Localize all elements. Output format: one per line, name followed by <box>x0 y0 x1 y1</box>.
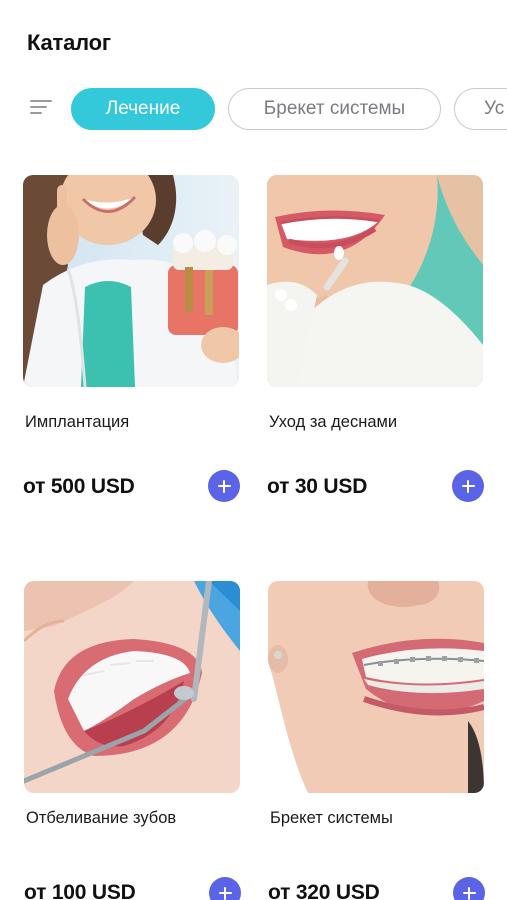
product-name: Брекет системы <box>270 809 393 827</box>
product-price: от 320 USD <box>268 881 380 900</box>
veneer-smile-photo[interactable] <box>267 175 483 387</box>
filter-lines-icon[interactable] <box>30 99 52 117</box>
product-price: от 100 USD <box>24 881 136 900</box>
product-price: от 30 USD <box>267 475 368 498</box>
page-title: Каталог <box>27 30 111 55</box>
chip-braces[interactable]: Брекет системы <box>228 88 441 130</box>
dental-implant-photo[interactable] <box>23 175 239 387</box>
plus-icon[interactable] <box>453 877 485 900</box>
category-chips: Лечение Брекет системы Ус <box>0 86 507 132</box>
braces-smile-photo[interactable] <box>268 581 484 793</box>
teeth-whitening-photo[interactable] <box>24 581 240 793</box>
plus-icon[interactable] <box>209 877 241 900</box>
product-name: Имплантация <box>25 413 130 431</box>
chip-services-partial[interactable]: Ус <box>454 88 507 130</box>
chip-treatment[interactable]: Лечение <box>71 88 215 130</box>
plus-icon[interactable] <box>452 470 484 502</box>
product-price: от 500 USD <box>23 475 135 498</box>
product-name: Уход за деснами <box>269 413 398 431</box>
product-name: Отбеливание зубов <box>26 809 177 827</box>
plus-icon[interactable] <box>208 470 240 502</box>
